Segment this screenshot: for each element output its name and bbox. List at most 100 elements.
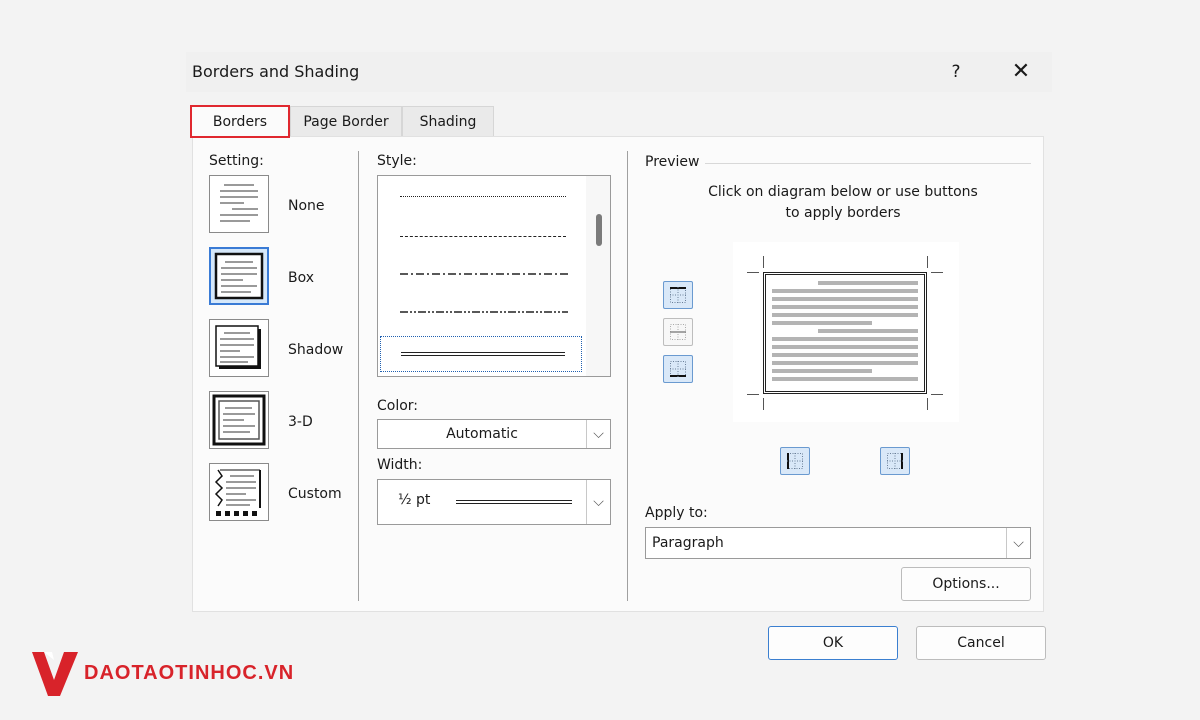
setting-box-label[interactable]: Box (288, 270, 314, 286)
cancel-button-label: Cancel (957, 635, 1005, 651)
preview-document (763, 272, 927, 394)
setting-none-label[interactable]: None (288, 198, 325, 214)
setting-custom-thumbnail[interactable] (209, 463, 269, 521)
width-line-sample (456, 500, 572, 504)
help-button[interactable]: ? (944, 60, 968, 84)
ok-button-label: OK (822, 635, 844, 651)
style-item-dashed[interactable] (400, 236, 566, 237)
corner-mark (931, 272, 943, 273)
box-preview-icon (214, 252, 264, 300)
cancel-button[interactable]: Cancel (916, 626, 1046, 660)
tab-shading-label: Shading (419, 114, 477, 130)
text-bar (772, 353, 918, 357)
text-bar (772, 305, 918, 309)
right-border-icon (887, 453, 903, 469)
left-border-button[interactable] (780, 447, 810, 475)
preview-hint: Click on diagram below or use buttons to… (693, 182, 993, 224)
text-bar (772, 297, 918, 301)
left-border-icon (787, 453, 803, 469)
text-bar (772, 321, 872, 325)
setting-shadow-label[interactable]: Shadow (288, 342, 343, 358)
top-border-button[interactable] (663, 281, 693, 309)
close-button[interactable]: ✕ (1006, 58, 1036, 86)
dialog-title: Borders and Shading (192, 62, 360, 81)
none-preview-icon (220, 184, 258, 222)
corner-mark (927, 398, 928, 410)
text-bar (772, 369, 872, 373)
daotaotinhoc-logo: DAOTAOTINHOC.VN (30, 650, 330, 698)
divider-right (627, 151, 628, 601)
text-bar (772, 289, 918, 293)
style-item-double-selected[interactable] (380, 336, 582, 372)
logo-mark-icon (32, 652, 78, 696)
style-item-dash-dot-dot[interactable] (400, 310, 568, 314)
corner-mark (931, 394, 943, 395)
style-listbox[interactable] (377, 175, 611, 377)
title-bar: Borders and Shading ? ✕ (186, 52, 1052, 92)
text-bar (772, 313, 918, 317)
color-label: Color: (377, 398, 419, 414)
preview-label: Preview (645, 154, 700, 170)
chevron-down-icon[interactable]: ⌵ (1006, 528, 1030, 558)
apply-to-label: Apply to: (645, 505, 708, 521)
corner-mark (747, 272, 759, 273)
borders-panel: Setting: None Box Shadow 3-D Custom Styl… (192, 136, 1044, 612)
logo-text: DAOTAOTINHOC.VN (84, 662, 295, 684)
ok-button[interactable]: OK (768, 626, 898, 660)
setting-3d-thumbnail[interactable] (209, 391, 269, 449)
tab-page-border-label: Page Border (303, 114, 389, 130)
bottom-border-button[interactable] (663, 355, 693, 383)
options-button[interactable]: Options... (901, 567, 1031, 601)
scrollbar-thumb[interactable] (596, 214, 602, 246)
setting-shadow-thumbnail[interactable] (209, 319, 269, 377)
bottom-border-icon (670, 361, 686, 377)
shadow-preview-icon (215, 325, 261, 369)
color-dropdown[interactable]: Automatic ⌵ (377, 419, 611, 449)
width-dropdown[interactable]: ½ pt ⌵ (377, 479, 611, 525)
text-bar (818, 329, 918, 333)
color-value: Automatic (446, 426, 518, 442)
width-label: Width: (377, 457, 423, 473)
tab-borders[interactable]: Borders (190, 105, 290, 138)
text-bar (772, 337, 918, 341)
options-button-label: Options... (932, 576, 1000, 592)
apply-to-dropdown[interactable]: Paragraph ⌵ (645, 527, 1031, 559)
corner-mark (927, 256, 928, 268)
double-line-sample (401, 352, 565, 356)
style-scrollbar[interactable] (586, 176, 610, 376)
right-border-button[interactable] (880, 447, 910, 475)
text-bar (772, 345, 918, 349)
setting-3d-label[interactable]: 3-D (288, 414, 313, 430)
tab-shading[interactable]: Shading (402, 106, 494, 136)
setting-none-thumbnail[interactable] (209, 175, 269, 233)
style-label: Style: (377, 153, 417, 169)
custom-preview-icon (214, 469, 261, 516)
corner-mark (747, 394, 759, 395)
inside-horizontal-border-button[interactable] (663, 318, 693, 346)
setting-box-thumbnail[interactable] (209, 247, 269, 305)
borders-and-shading-dialog: Borders and Shading ? ✕ Borders Page Bor… (186, 52, 1052, 672)
preview-hint-line1: Click on diagram below or use buttons (708, 184, 978, 200)
corner-mark (763, 398, 764, 410)
style-item-dotted[interactable] (400, 196, 566, 197)
style-item-dash-dot[interactable] (400, 272, 568, 276)
inside-horizontal-border-icon (670, 324, 686, 340)
border-preview-diagram[interactable] (733, 242, 959, 422)
top-border-icon (670, 287, 686, 303)
setting-label: Setting: (209, 153, 264, 169)
chevron-down-icon[interactable]: ⌵ (586, 480, 610, 524)
divider-left (358, 151, 359, 601)
corner-mark (763, 256, 764, 268)
3d-preview-icon (212, 394, 266, 446)
apply-to-value: Paragraph (652, 535, 724, 551)
chevron-down-icon[interactable]: ⌵ (586, 420, 610, 448)
tab-borders-label: Borders (212, 114, 268, 130)
width-value: ½ pt (398, 492, 431, 508)
text-bar (772, 377, 918, 381)
setting-custom-label[interactable]: Custom (288, 486, 342, 502)
preview-rule (705, 163, 1031, 164)
tab-page-border[interactable]: Page Border (290, 106, 402, 136)
preview-hint-line2: to apply borders (785, 205, 901, 221)
text-bar (818, 281, 918, 285)
text-bar (772, 361, 918, 365)
